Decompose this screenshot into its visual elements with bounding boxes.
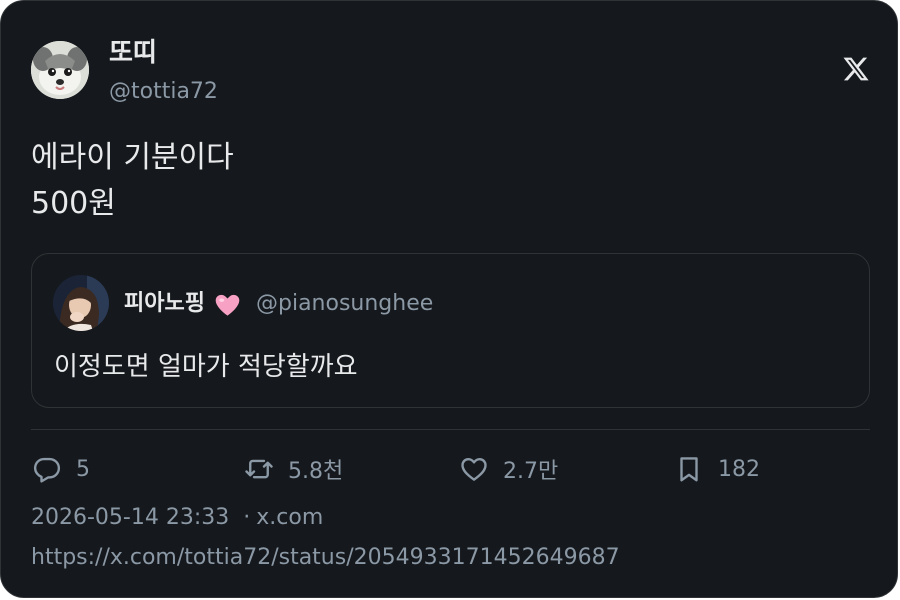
like-button[interactable]: 2.7만 (459, 452, 558, 486)
dog-avatar-icon (31, 41, 89, 99)
author-handle[interactable]: @tottia72 (109, 77, 218, 107)
quoted-author-avatar[interactable] (53, 275, 109, 331)
tweet-text-line: 에라이 기분이다 (31, 140, 234, 175)
pink-heart-icon (215, 294, 240, 316)
tweet-url[interactable]: https://x.com/tottia72/status/2054933171… (31, 543, 620, 573)
tweet-card: 또띠 @tottia72 에라이 기분이다 500원 피아노핑 @pianosu… (0, 0, 898, 598)
like-count: 2.7만 (503, 459, 559, 484)
divider (31, 429, 870, 430)
quoted-tweet-text: 이정도면 얼마가 적당할까요 (54, 352, 358, 382)
retweet-count: 5.8천 (288, 459, 344, 484)
reply-button[interactable]: 5 (32, 452, 90, 486)
retweet-icon (245, 459, 273, 479)
bookmark-icon (680, 457, 698, 482)
person-avatar-icon (53, 275, 109, 331)
reply-count: 5 (76, 456, 90, 482)
quoted-author-handle[interactable]: @pianosunghee (256, 289, 433, 319)
timestamp[interactable]: 2026-05-14 23:33 (31, 505, 229, 530)
quoted-tweet[interactable]: 피아노핑 @pianosunghee 이정도면 얼마가 적당할까요 (31, 253, 870, 408)
tweet-meta: 2026-05-14 23:33 · x.com (31, 503, 323, 533)
x-logo-icon[interactable] (842, 55, 870, 83)
tweet-text: 에라이 기분이다 500원 (31, 135, 234, 227)
source-label: x.com (256, 505, 324, 530)
quoted-author-display-name[interactable]: 피아노핑 (124, 289, 205, 319)
author-avatar[interactable] (31, 41, 89, 99)
bookmark-count: 182 (718, 456, 760, 482)
author-display-name[interactable]: 또띠 (109, 36, 157, 70)
meta-separator: · (243, 505, 251, 530)
reply-icon (33, 457, 61, 483)
heart-icon (461, 457, 487, 481)
tweet-text-line: 500원 (31, 186, 116, 221)
retweet-button[interactable]: 5.8천 (244, 452, 343, 486)
bookmark-button[interactable]: 182 (674, 452, 760, 486)
